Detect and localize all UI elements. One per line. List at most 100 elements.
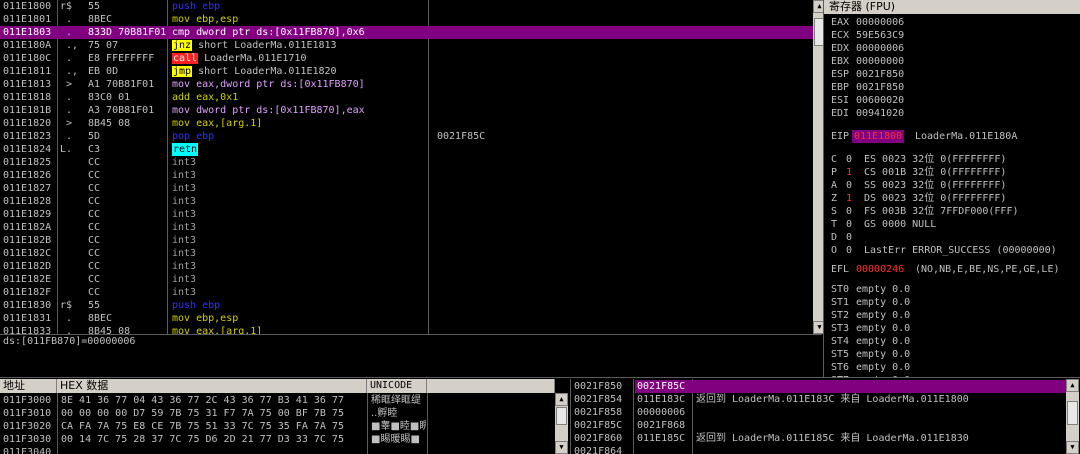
stack-row[interactable]: 0021F864	[571, 445, 1067, 454]
stack-row[interactable]: 0021F85C 0021F868	[571, 419, 1067, 432]
memory-dump-pane[interactable]: 地址 HEX 数据 UNICODE 011F3000 8E 41 36 77 04…	[0, 379, 566, 454]
register-edx[interactable]: EDX 00000006	[824, 42, 1074, 55]
instruction-text: mov dword ptr ds:[0x11FB870],eax	[172, 105, 365, 116]
branch-marker: .	[60, 53, 73, 64]
flag-c[interactable]: C 0 ES 0023 32位 0(FFFFFFFF)	[824, 153, 1074, 166]
register-esi[interactable]: ESI 00600020	[824, 94, 1074, 107]
fpu-register-st5[interactable]: ST5 empty 0.0	[824, 348, 1074, 361]
disassembly-row[interactable]: 011E182C CC int3	[0, 247, 813, 260]
scrollbar-thumb[interactable]	[1067, 401, 1078, 425]
disassembly-row[interactable]: 011E1803 . 833D 70B81F01 cmp dword ptr ds:…	[0, 26, 813, 39]
scroll-up-arrow-icon[interactable]: ▲	[1066, 379, 1079, 392]
fpu-register-st0[interactable]: ST0 empty 0.0	[824, 283, 1074, 296]
dump-row[interactable]: 011F3020 CA FA 7A 75 E8 CE 7B 75 51 33 7C…	[0, 420, 555, 433]
disassembly-row[interactable]: 011E182D CC int3	[0, 260, 813, 273]
dump-header-address[interactable]: 地址	[0, 379, 57, 393]
disassembly-row[interactable]: 011E181B . A3 70B81F01 mov dword ptr ds:[0…	[0, 104, 813, 117]
disassembly-row[interactable]: 011E180A ., 75 07 jnz short LoaderMa.011E1…	[0, 39, 813, 52]
dump-row[interactable]: 011F3030 00 14 7C 75 28 37 7C 75 D6 2D 21…	[0, 433, 555, 446]
dump-row[interactable]: 011F3000 8E 41 36 77 04 43 36 77 2C 43 36…	[0, 394, 555, 407]
disassembly-pane[interactable]: 011E1800 r$ 55 push ebp 011E1801 . 8BEC mov eb…	[0, 0, 822, 334]
stack-row[interactable]: 0021F860 011E185C 返回到 LoaderMa.011E185C 来自…	[571, 432, 1067, 445]
disassembly-row[interactable]: 011E1801 . 8BEC mov ebp,esp	[0, 13, 813, 26]
dump-unicode: ..孵睦	[371, 408, 401, 419]
disassembly-row[interactable]: 011E1800 r$ 55 push ebp	[0, 0, 813, 13]
stack-comment: 返回到 LoaderMa.011E183C 来自 LoaderMa.011E18…	[696, 394, 969, 405]
flag-a[interactable]: A 0 SS 0023 32位 0(FFFFFFFF)	[824, 179, 1074, 192]
instruction-address: 011E1824	[3, 144, 52, 155]
scroll-down-arrow-icon[interactable]: ▼	[555, 441, 568, 454]
instruction-bytes: C3	[88, 144, 101, 155]
flag-t[interactable]: T 0 GS 0000 NULL	[824, 218, 1074, 231]
instruction-address: 011E1803	[3, 27, 52, 38]
register-ebp[interactable]: EBP 0021F850	[824, 81, 1074, 94]
dump-header-unicode[interactable]: UNICODE	[367, 379, 427, 393]
dump-header-hex[interactable]: HEX 数据	[57, 379, 367, 393]
dump-hex: CA FA 7A 75 E8 CE 7B 75 51 33 7C 75 35 F…	[61, 421, 344, 432]
disassembly-row[interactable]: 011E1827 CC int3	[0, 182, 813, 195]
register-efl[interactable]: EFL 00000246 (NO,NB,E,BE,NS,PE,GE,LE)	[824, 263, 1074, 276]
scroll-down-arrow-icon[interactable]: ▼	[1066, 441, 1079, 454]
fpu-register-st6[interactable]: ST6 empty 0.0	[824, 361, 1074, 374]
scrollbar-thumb[interactable]	[556, 407, 567, 425]
disassembly-row[interactable]: 011E1828 CC int3	[0, 195, 813, 208]
instruction-bytes: CC	[88, 183, 101, 194]
disassembly-row[interactable]: 011E1826 CC int3	[0, 169, 813, 182]
disassembly-row[interactable]: 011E1813 > A1 70B81F01 mov eax,dword ptr d…	[0, 78, 813, 91]
registers-pane[interactable]: 寄存器 (FPU) EAX 00000006 ECX 59E563C9 EDX 00000…	[823, 0, 1080, 378]
disassembly-row[interactable]: 011E1833 . 8B45 08 mov eax,[arg.1]	[0, 325, 813, 334]
disassembly-row[interactable]: 011E182B CC int3	[0, 234, 813, 247]
disassembly-row[interactable]: 011E180C . E8 FFEFFFFF call LoaderMa.011E1…	[0, 52, 813, 65]
dump-address: 011F3000	[3, 395, 52, 406]
disassembly-row[interactable]: 011E182A CC int3	[0, 221, 813, 234]
fpu-register-st1[interactable]: ST1 empty 0.0	[824, 296, 1074, 309]
disassembly-row[interactable]: 011E182E CC int3	[0, 273, 813, 286]
register-eax[interactable]: EAX 00000006	[824, 16, 1074, 29]
register-value: 00000006	[856, 17, 905, 28]
instruction-text: mov ebp,esp	[172, 14, 239, 25]
stack-row[interactable]: 0021F858 00000006	[571, 406, 1067, 419]
disassembly-row[interactable]: 011E1825 CC int3	[0, 156, 813, 169]
segment-info: GS 0000 NULL	[864, 219, 937, 230]
fpu-register-st2[interactable]: ST2 empty 0.0	[824, 309, 1074, 322]
flag-z[interactable]: Z 1 DS 0023 32位 0(FFFFFFFF)	[824, 192, 1074, 205]
register-description: LoaderMa.011E180A	[915, 131, 1018, 142]
scroll-up-arrow-icon[interactable]: ▲	[555, 393, 568, 406]
instruction-bytes: A1 70B81F01	[88, 79, 155, 90]
disassembly-row[interactable]: 011E1824 L. C3 retn	[0, 143, 813, 156]
fpu-register-st4[interactable]: ST4 empty 0.0	[824, 335, 1074, 348]
segment-info: SS 0023 32位 0(FFFFFFFF)	[864, 180, 1007, 191]
register-ebx[interactable]: EBX 00000000	[824, 55, 1074, 68]
dump-address: 011F3040	[3, 447, 52, 454]
flag-d[interactable]: D0	[824, 231, 1074, 244]
register-esp[interactable]: ESP 0021F850	[824, 68, 1074, 81]
fpu-register-st3[interactable]: ST3 empty 0.0	[824, 322, 1074, 335]
disassembly-row[interactable]: 011E1823 . 5D pop ebp 0021F85C	[0, 130, 813, 143]
register-name: ESI	[831, 95, 850, 106]
disassembly-row[interactable]: 011E1811 ., EB 0D jmp short LoaderMa.011E1…	[0, 65, 813, 78]
dump-scrollbar[interactable]: ▲ ▼	[555, 393, 568, 454]
register-ecx[interactable]: ECX 59E563C9	[824, 29, 1074, 42]
stack-scrollbar[interactable]: ▲ ▼	[1066, 379, 1079, 454]
stack-pane[interactable]: 0021F850 0021F85C 0021F854 011E183C 返回到 Load…	[570, 379, 1080, 454]
instruction-text: int3	[172, 222, 197, 233]
stack-row[interactable]: 0021F850 0021F85C	[571, 380, 1067, 393]
disassembly-row[interactable]: 011E1830 r$ 55 push ebp	[0, 299, 813, 312]
disassembly-row[interactable]: 011E1818 . 83C0 01 add eax,0x1	[0, 91, 813, 104]
instruction-bytes: CC	[88, 274, 101, 285]
disassembly-row[interactable]: 011E1829 CC int3	[0, 208, 813, 221]
flag-s[interactable]: S 0 FS 003B 32位 7FFDF000(FFF)	[824, 205, 1074, 218]
instruction-address: 011E1828	[3, 196, 52, 207]
disassembly-row[interactable]: 011E182F CC int3	[0, 286, 813, 299]
stack-row[interactable]: 0021F854 011E183C 返回到 LoaderMa.011E183C 来自…	[571, 393, 1067, 406]
register-edi[interactable]: EDI 00941020	[824, 107, 1074, 120]
stack-address: 0021F850	[574, 381, 623, 392]
flag-o[interactable]: O 0 LastErr ERROR_SUCCESS (00000000)	[824, 244, 1074, 257]
flag-p[interactable]: P 1 CS 001B 32位 0(FFFFFFFF)	[824, 166, 1074, 179]
disassembly-row[interactable]: 011E1820 >8B45 08 mov eax,[arg.1]	[0, 117, 813, 130]
register-eip[interactable]: EIP 011E1800 LoaderMa.011E180A	[824, 130, 1074, 143]
instruction-text: jnz short LoaderMa.011E1813	[172, 39, 337, 52]
disassembly-row[interactable]: 011E1831 . 8BEC mov ebp,esp	[0, 312, 813, 325]
dump-row[interactable]: 011F3010 00 00 00 00 D7 59 7B 75 31 F7 7A…	[0, 407, 555, 420]
dump-row[interactable]: 011F3040	[0, 446, 555, 454]
